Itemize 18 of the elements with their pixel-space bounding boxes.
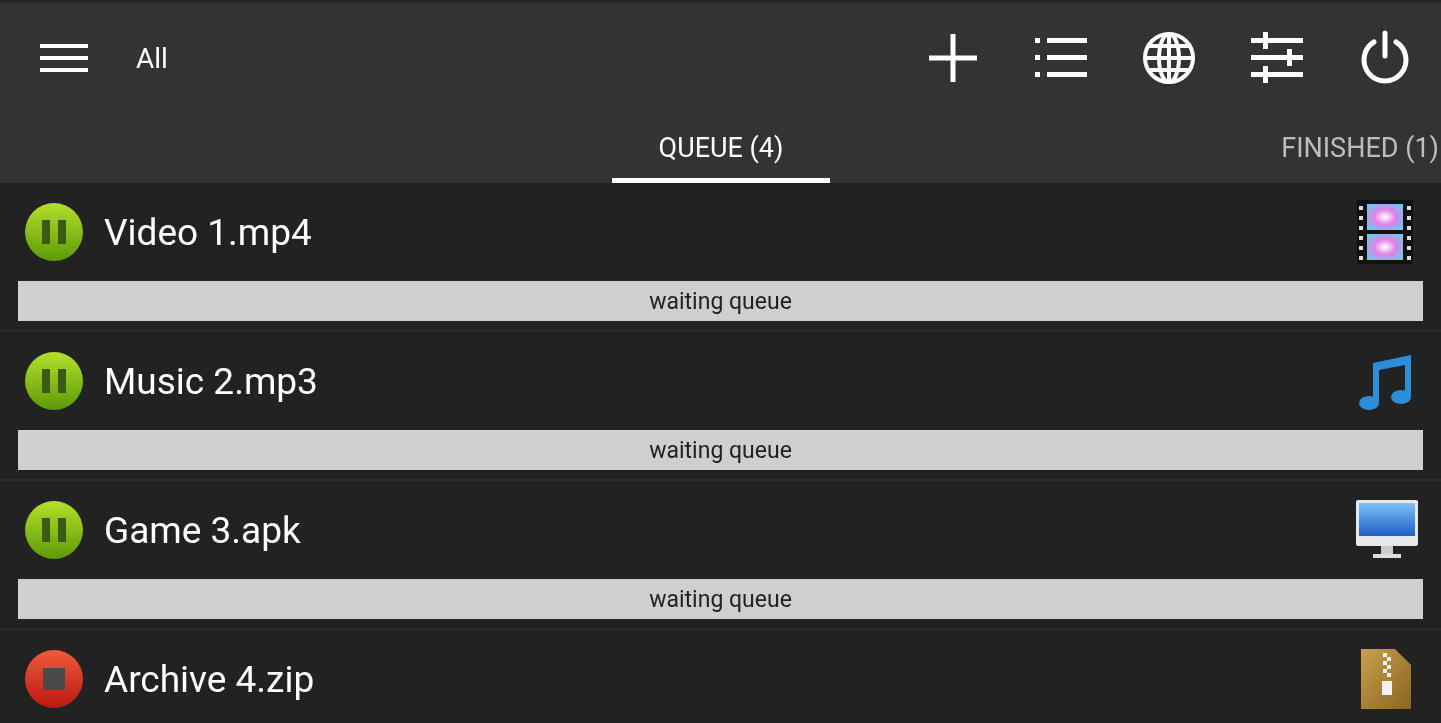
- pause-icon[interactable]: [24, 500, 84, 560]
- file-name: Video 1.mp4: [104, 210, 313, 254]
- file-name: Music 2.mp3: [104, 359, 319, 403]
- menu-icon[interactable]: [40, 42, 88, 74]
- film-icon: [1357, 200, 1413, 264]
- filter-title: All: [136, 41, 169, 75]
- status-bar: waiting queue: [18, 430, 1423, 470]
- pause-icon[interactable]: [24, 202, 84, 262]
- file-name: Game 3.apk: [104, 508, 302, 552]
- settings-icon[interactable]: [1249, 30, 1305, 86]
- status-bar: waiting queue: [18, 579, 1423, 619]
- stop-icon[interactable]: [24, 649, 84, 709]
- globe-icon[interactable]: [1141, 30, 1197, 86]
- tab[interactable]: QUEUE (4): [612, 113, 830, 183]
- status-bar: waiting queue: [18, 281, 1423, 321]
- file-name: Archive 4.zip: [104, 657, 316, 701]
- pause-icon[interactable]: [24, 351, 84, 411]
- tab[interactable]: FINISHED (1): [1261, 113, 1441, 183]
